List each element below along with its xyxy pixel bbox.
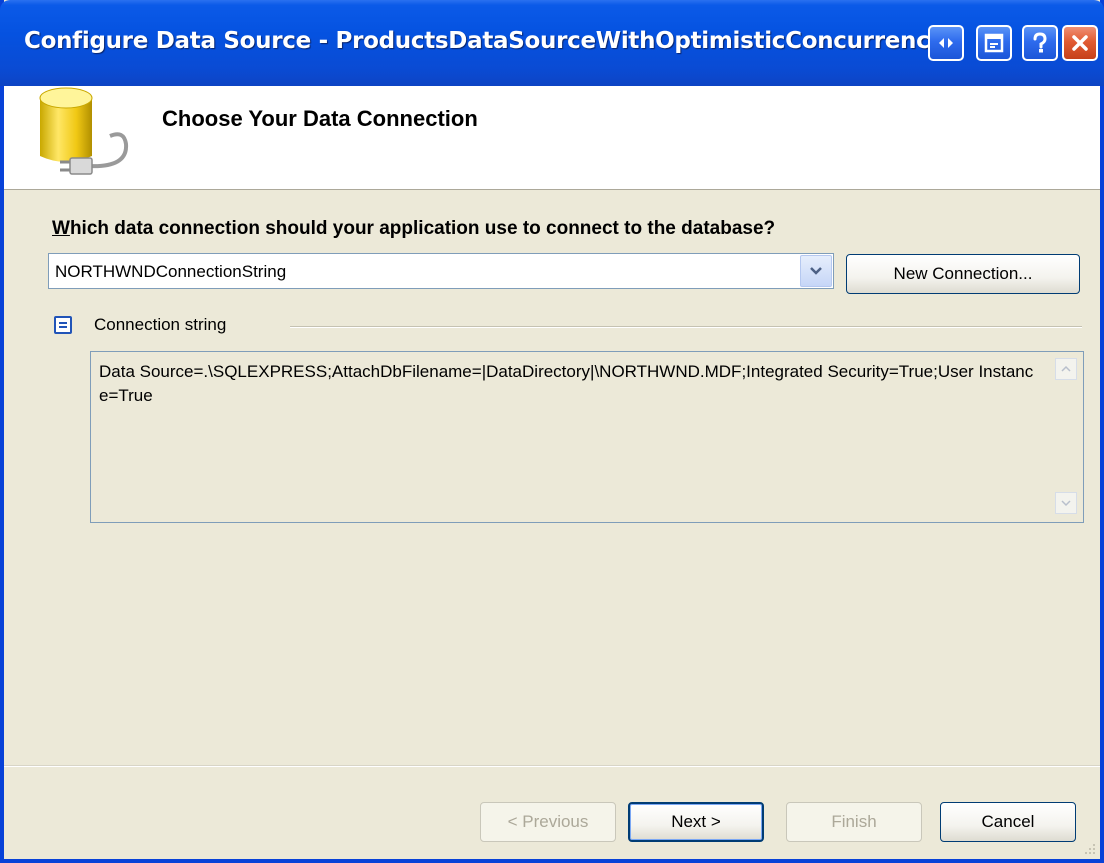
finish-button[interactable]: Finish (786, 802, 922, 842)
section-divider (290, 326, 1082, 328)
restore-icon (984, 33, 1004, 53)
dialog-window: Configure Data Source - ProductsDataSour… (0, 0, 1104, 863)
next-button[interactable]: Next > (628, 802, 764, 842)
vertical-scrollbar[interactable] (1053, 354, 1081, 520)
wizard-header: Choose Your Data Connection (4, 86, 1100, 190)
cancel-button[interactable]: Cancel (940, 802, 1076, 842)
previous-button[interactable]: < Previous (480, 802, 616, 842)
chevron-down-icon (810, 267, 822, 275)
database-plug-icon (39, 87, 129, 175)
window-title: Configure Data Source - ProductsDataSour… (24, 28, 945, 54)
scroll-up-button[interactable] (1055, 358, 1077, 380)
connection-question-label: Which data connection should your applic… (52, 218, 775, 240)
close-icon (1072, 35, 1088, 51)
scroll-down-button[interactable] (1055, 492, 1077, 514)
dropdown-button[interactable] (800, 255, 832, 287)
page-title: Choose Your Data Connection (162, 106, 478, 131)
footer-divider (4, 765, 1100, 767)
connection-select[interactable]: NORTHWNDConnectionString (48, 253, 834, 289)
help-icon (1033, 32, 1047, 53)
help-button[interactable] (1022, 25, 1058, 61)
new-connection-button[interactable]: New Connection... (846, 254, 1080, 294)
title-bar[interactable]: Configure Data Source - ProductsDataSour… (0, 0, 1104, 86)
connection-select-value: NORTHWNDConnectionString (55, 262, 287, 281)
connection-string-text: Data Source=.\SQLEXPRESS;AttachDbFilenam… (99, 362, 1034, 405)
connection-string-label[interactable]: Connection string (94, 315, 226, 335)
close-button[interactable] (1062, 25, 1098, 61)
resize-grip-icon[interactable] (1082, 841, 1096, 855)
connection-string-box[interactable]: Data Source=.\SQLEXPRESS;AttachDbFilenam… (90, 351, 1084, 523)
chevron-down-icon (1061, 500, 1071, 507)
smart-tag-button[interactable] (928, 25, 964, 61)
restore-button[interactable] (976, 25, 1012, 61)
collapse-toggle-icon[interactable] (54, 316, 72, 334)
access-key-w: W (52, 218, 70, 239)
question-text: hich data connection should your applica… (69, 218, 776, 239)
smart-tag-icon (939, 38, 953, 48)
chevron-up-icon (1061, 365, 1071, 372)
